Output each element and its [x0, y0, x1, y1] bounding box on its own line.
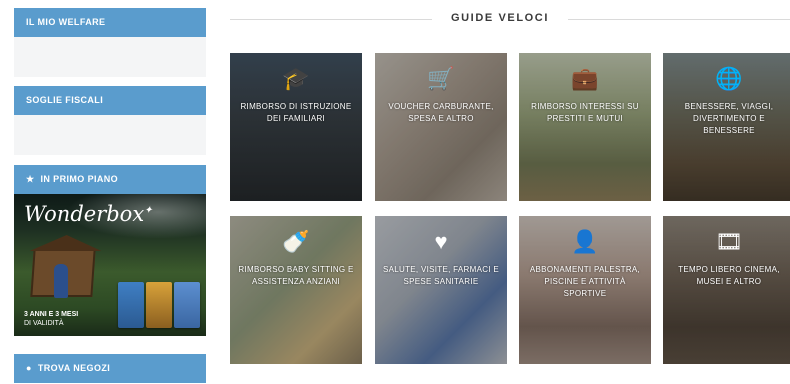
guide-tile-interessi[interactable]: 💼 RIMBORSO INTERESSI SU PRESTITI E MUTUI — [519, 53, 651, 201]
sidebar-header-label: TROVA NEGOZI — [37, 363, 111, 373]
sidebar-header-label: SOGLIE FISCALI — [26, 95, 104, 105]
sidebar-section-mio-welfare: IL MIO WELFARE — [14, 8, 206, 77]
gift-boxes — [118, 282, 200, 328]
sidebar-header-trova-negozi[interactable]: ● TROVA NEGOZI — [14, 354, 206, 383]
sidebar-panel — [14, 37, 206, 77]
tile-label: RIMBORSO DI ISTRUZIONE DEI FAMILIARI — [240, 102, 352, 123]
tile-label: SALUTE, VISITE, FARMACI E SPESE SANITARI… — [383, 265, 499, 286]
sidebar-section-primo-piano: ★ IN PRIMO PIANO Wonderbox✦ 3 ANNI E 3 M… — [14, 165, 206, 336]
sidebar-section-trova-negozi: ● TROVA NEGOZI — [14, 354, 206, 383]
section-title: GUIDE VELOCI — [450, 12, 550, 24]
graduation-cap-icon: 🎓 — [282, 66, 310, 91]
promo-brand-logo: Wonderbox✦ — [24, 202, 153, 226]
gift-box — [118, 282, 144, 328]
guide-tile-viaggi[interactable]: 🌐 BENESSERE, VIAGGI, DIVERTIMENTO E BENE… — [663, 53, 790, 201]
tile-label: RIMBORSO BABY SITTING E ASSISTENZA ANZIA… — [238, 265, 354, 286]
tile-label: RIMBORSO INTERESSI SU PRESTITI E MUTUI — [531, 102, 639, 123]
film-icon: 🎞 — [715, 229, 743, 254]
gift-box — [146, 282, 172, 328]
divider — [568, 19, 790, 20]
promo-text-line1: 3 ANNI E 3 MESI — [24, 311, 79, 318]
section-title-row: GUIDE VELOCI — [230, 12, 790, 26]
sidebar-header-label: IL MIO WELFARE — [26, 17, 106, 27]
sidebar-header-mio-welfare[interactable]: IL MIO WELFARE — [14, 8, 206, 37]
heart-icon: ♥ — [434, 229, 448, 254]
sidebar-header-soglie-fiscali[interactable]: SOGLIE FISCALI — [14, 86, 206, 115]
promo-person — [54, 264, 68, 298]
tile-label: VOUCHER CARBURANTE, SPESA E ALTRO — [388, 102, 494, 123]
globe-icon: 🌐 — [715, 66, 743, 91]
tile-label: BENESSERE, VIAGGI, DIVERTIMENTO E BENESS… — [684, 102, 774, 135]
person-icon: 👤 — [571, 229, 599, 254]
pin-icon: ★ — [26, 174, 35, 184]
sidebar-panel — [14, 115, 206, 155]
tile-label: TEMPO LIBERO CINEMA, MUSEI E ALTRO — [678, 265, 780, 286]
location-icon: ● — [26, 363, 32, 373]
briefcase-icon: 💼 — [571, 66, 599, 91]
baby-bottle-icon: 🍼 — [282, 229, 310, 254]
guide-tile-baby-sitting[interactable]: 🍼 RIMBORSO BABY SITTING E ASSISTENZA ANZ… — [230, 216, 362, 364]
wonderbox-promo-banner[interactable]: Wonderbox✦ 3 ANNI E 3 MESI DI VALIDITÀ — [14, 194, 206, 336]
guide-tile-salute[interactable]: ♥ SALUTE, VISITE, FARMACI E SPESE SANITA… — [375, 216, 507, 364]
promo-validity-text: 3 ANNI E 3 MESI DI VALIDITÀ — [24, 310, 78, 328]
shopping-cart-icon: 🛒 — [427, 66, 455, 91]
sidebar-header-label: IN PRIMO PIANO — [40, 174, 119, 184]
sidebar-header-primo-piano[interactable]: ★ IN PRIMO PIANO — [14, 165, 206, 194]
sidebar-section-soglie-fiscali: SOGLIE FISCALI — [14, 86, 206, 155]
tile-label: ABBONAMENTI PALESTRA, PISCINE E ATTIVITÀ… — [529, 265, 641, 298]
guide-tile-tempo-libero[interactable]: 🎞 TEMPO LIBERO CINEMA, MUSEI E ALTRO — [663, 216, 790, 364]
guide-tile-istruzione[interactable]: 🎓 RIMBORSO DI ISTRUZIONE DEI FAMILIARI — [230, 53, 362, 201]
gift-box — [174, 282, 200, 328]
guide-tile-abbonamenti[interactable]: 👤 ABBONAMENTI PALESTRA, PISCINE E ATTIVI… — [519, 216, 651, 364]
divider — [230, 19, 432, 20]
guide-tile-voucher[interactable]: 🛒 VOUCHER CARBURANTE, SPESA E ALTRO — [375, 53, 507, 201]
promo-text-line2: DI VALIDITÀ — [24, 320, 64, 327]
